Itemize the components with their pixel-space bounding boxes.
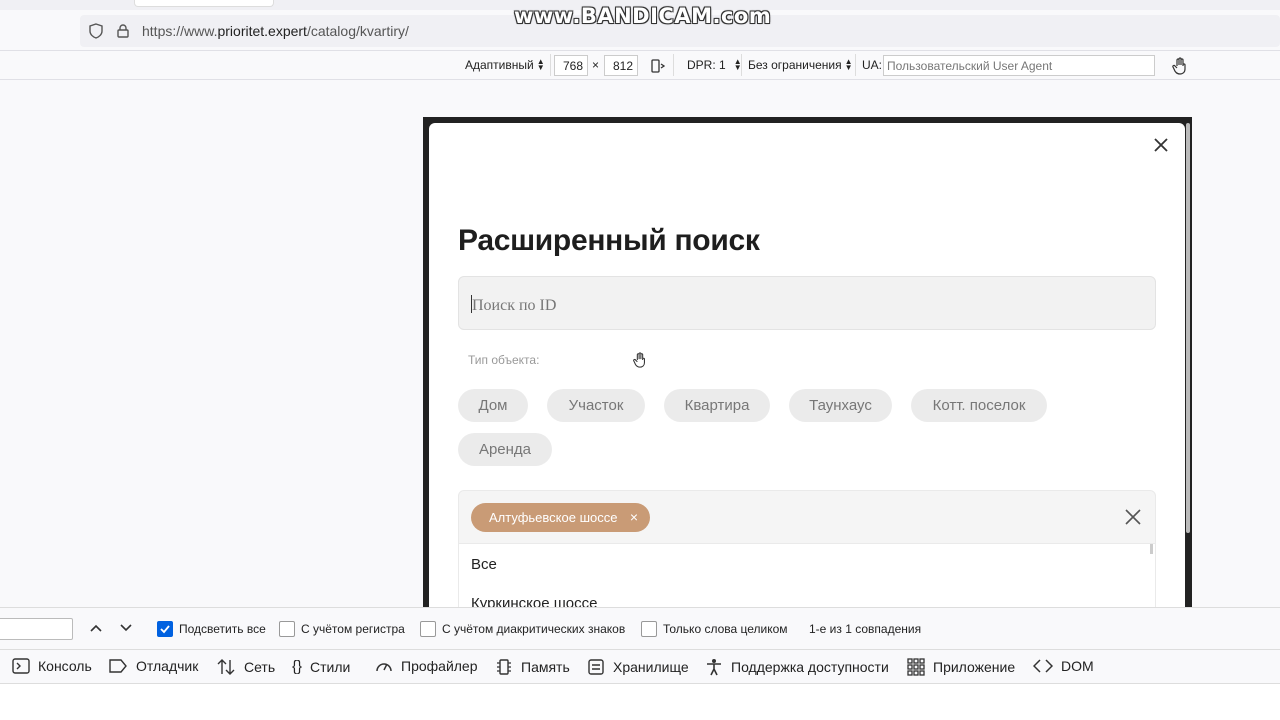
selected-tag[interactable]: Алтуфьевское шоссе × (471, 503, 650, 532)
tab-accessibility[interactable]: Поддержка доступности (705, 658, 889, 676)
console-icon (12, 658, 30, 674)
type-chip-townhouse[interactable]: Таунхаус (789, 389, 892, 422)
type-chip-rent[interactable]: Аренда (458, 433, 552, 466)
match-case-checkbox[interactable] (279, 621, 295, 637)
accessibility-icon (707, 659, 721, 676)
divider (550, 54, 551, 76)
network-throttle-selector[interactable]: Без ограничения ▲ ▼ (748, 58, 853, 73)
id-search-input[interactable]: Поиск по ID (458, 276, 1156, 330)
dpr-selector[interactable]: DPR: 1 ▲ ▼ (687, 58, 742, 73)
debugger-icon (109, 659, 127, 673)
profiler-gauge-icon (376, 663, 392, 672)
dimension-separator: × (592, 58, 600, 72)
tracking-protection-shield-icon[interactable] (88, 23, 104, 39)
option-all[interactable]: Все (471, 556, 497, 573)
recording-watermark: www.BANDICAM.com (514, 4, 772, 28)
find-previous-icon[interactable] (88, 620, 104, 636)
type-chip-house[interactable]: Дом (458, 389, 528, 422)
tab-memory[interactable]: Память (495, 658, 570, 676)
whole-words-checkbox[interactable] (641, 621, 657, 637)
highlight-all-label[interactable]: Подсветить все (179, 622, 266, 636)
tab-styles[interactable]: {} Стили (292, 658, 350, 675)
devtools-tabbar: Консоль Отладчик Сеть {} Стили Профайлер… (0, 649, 1280, 684)
lock-icon[interactable] (116, 24, 130, 38)
responsive-design-toolbar: Адаптивный ▲ ▼ 768 × 812 DPR: 1 ▲ ▼ Без огра… (0, 51, 1280, 80)
match-case-label[interactable]: С учётом регистра (301, 622, 405, 636)
highlight-all-checkbox[interactable] (157, 621, 173, 637)
checkmark-icon (160, 625, 170, 634)
tag-remove-icon[interactable]: × (630, 509, 638, 525)
hand-cursor-icon (633, 352, 645, 368)
url-text[interactable]: https://www.prioritet.expert/catalog/kva… (142, 23, 409, 39)
find-input[interactable] (0, 618, 73, 640)
tab-network[interactable]: Сеть (216, 658, 275, 676)
match-diacritics-checkbox[interactable] (420, 621, 436, 637)
user-agent-input[interactable]: Пользовательский User Agent (883, 55, 1155, 76)
tab-dom[interactable]: DOM (1033, 658, 1094, 674)
device-selector[interactable]: Адаптивный ▲ ▼ (465, 58, 545, 73)
find-next-icon[interactable] (118, 620, 134, 636)
ua-label: UA: (862, 58, 883, 72)
close-icon[interactable] (1151, 135, 1171, 155)
match-diacritics-label[interactable]: С учётом диакритических знаков (442, 622, 625, 636)
divider (673, 54, 674, 76)
memory-chip-icon (497, 659, 511, 675)
viewport-width-input[interactable]: 768 (554, 55, 588, 76)
touch-simulation-icon[interactable] (1172, 57, 1188, 75)
active-tab[interactable] (134, 0, 274, 7)
type-chip-apartment[interactable]: Квартира (664, 389, 770, 422)
divider (741, 54, 742, 76)
advanced-search-modal: Расширенный поиск Поиск по ID Тип объект… (429, 123, 1185, 607)
rotate-viewport-icon[interactable] (649, 58, 665, 74)
find-result-count: 1-е из 1 совпадения (809, 622, 922, 636)
viewport-height-input[interactable]: 812 (604, 55, 638, 76)
tab-debugger[interactable]: Отладчик (108, 658, 198, 674)
storage-icon (588, 659, 604, 675)
tab-application[interactable]: Приложение (907, 658, 1015, 676)
type-chip-cottage-village[interactable]: Котт. поселок (911, 389, 1047, 422)
options-dropdown: Все Куркинское шоссе (458, 544, 1156, 607)
divider (855, 54, 856, 76)
application-grid-icon (907, 658, 925, 676)
whole-words-label[interactable]: Только слова целиком (663, 622, 788, 636)
network-icon (217, 659, 235, 675)
type-chip-plot[interactable]: Участок (547, 389, 645, 422)
braces-icon: {} (292, 658, 303, 675)
highway-multiselect[interactable]: Алтуфьевское шоссе × (458, 490, 1156, 544)
option-kurkinskoe[interactable]: Куркинское шоссе (471, 595, 597, 607)
tab-storage[interactable]: Хранилище (587, 658, 689, 676)
modal-title: Расширенный поиск (458, 224, 760, 257)
code-brackets-icon (1033, 659, 1053, 673)
object-type-label: Тип объекта: (468, 353, 540, 367)
dropdown-scrollbar[interactable] (1150, 544, 1153, 554)
clear-selection-icon[interactable] (1124, 508, 1142, 526)
find-bar: Подсветить все С учётом регистра С учёто… (0, 607, 1280, 649)
tab-console[interactable]: Консоль (12, 658, 92, 674)
page-scrollbar[interactable] (1186, 123, 1190, 533)
tab-profiler[interactable]: Профайлер (375, 658, 478, 674)
